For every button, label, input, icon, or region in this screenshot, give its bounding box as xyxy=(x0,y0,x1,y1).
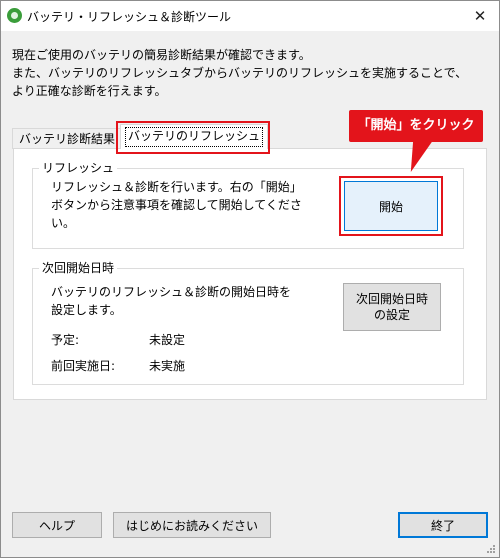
close-icon[interactable]: ✕ xyxy=(465,3,495,29)
schedule-description: バッテリのリフレッシュ＆診断の開始日時を 設定します。 xyxy=(51,283,291,319)
schedule-description-line: 設定します。 xyxy=(51,303,122,317)
window-title: バッテリ・リフレッシュ＆診断ツール xyxy=(27,10,232,24)
schedule-description-line: バッテリのリフレッシュ＆診断の開始日時を xyxy=(51,285,292,299)
click-start-callout: 「開始」をクリック xyxy=(349,110,483,142)
tab-battery-diagnosis[interactable]: バッテリ診断結果 xyxy=(12,128,126,149)
last-run-value: 未実施 xyxy=(149,359,186,373)
title-bar: バッテリ・リフレッシュ＆診断ツール ✕ xyxy=(1,1,499,31)
app-icon xyxy=(7,8,22,23)
intro-text: 現在ご使用のバッテリの簡易診断結果が確認できます。 また、バッテリのリフレッシュ… xyxy=(12,46,467,100)
refresh-group-title: リフレッシュ xyxy=(39,159,118,176)
readme-button[interactable]: はじめにお読みください xyxy=(113,512,271,538)
scheduled-label: 予定: xyxy=(51,333,80,347)
refresh-description-line: ボタンから注意事項を確認して開始してくださ xyxy=(51,198,302,212)
set-next-start-label: の設定 xyxy=(373,308,410,322)
set-next-start-label: 次回開始日時 xyxy=(355,292,428,306)
help-button[interactable]: ヘルプ xyxy=(12,512,102,538)
start-highlight-frame xyxy=(339,176,443,236)
exit-button[interactable]: 終了 xyxy=(398,512,488,538)
intro-line: また、バッテリのリフレッシュタブからバッテリのリフレッシュを実施することで、 xyxy=(12,66,468,80)
scheduled-value: 未設定 xyxy=(149,333,186,347)
refresh-description-line: リフレッシュ＆診断を行います。右の「開始」 xyxy=(51,180,302,194)
resize-grip-icon[interactable] xyxy=(486,544,496,554)
last-run-label: 前回実施日: xyxy=(51,359,116,373)
refresh-description-line: い。 xyxy=(51,216,76,230)
intro-line: 現在ご使用のバッテリの簡易診断結果が確認できます。 xyxy=(12,48,311,62)
set-next-start-button[interactable]: 次回開始日時 の設定 xyxy=(343,283,441,331)
tab-highlight-frame xyxy=(116,121,270,154)
schedule-group-title: 次回開始日時 xyxy=(39,259,118,276)
refresh-description: リフレッシュ＆診断を行います。右の「開始」 ボタンから注意事項を確認して開始して… xyxy=(51,178,302,232)
intro-line: より正確な診断を行えます。 xyxy=(12,84,167,98)
